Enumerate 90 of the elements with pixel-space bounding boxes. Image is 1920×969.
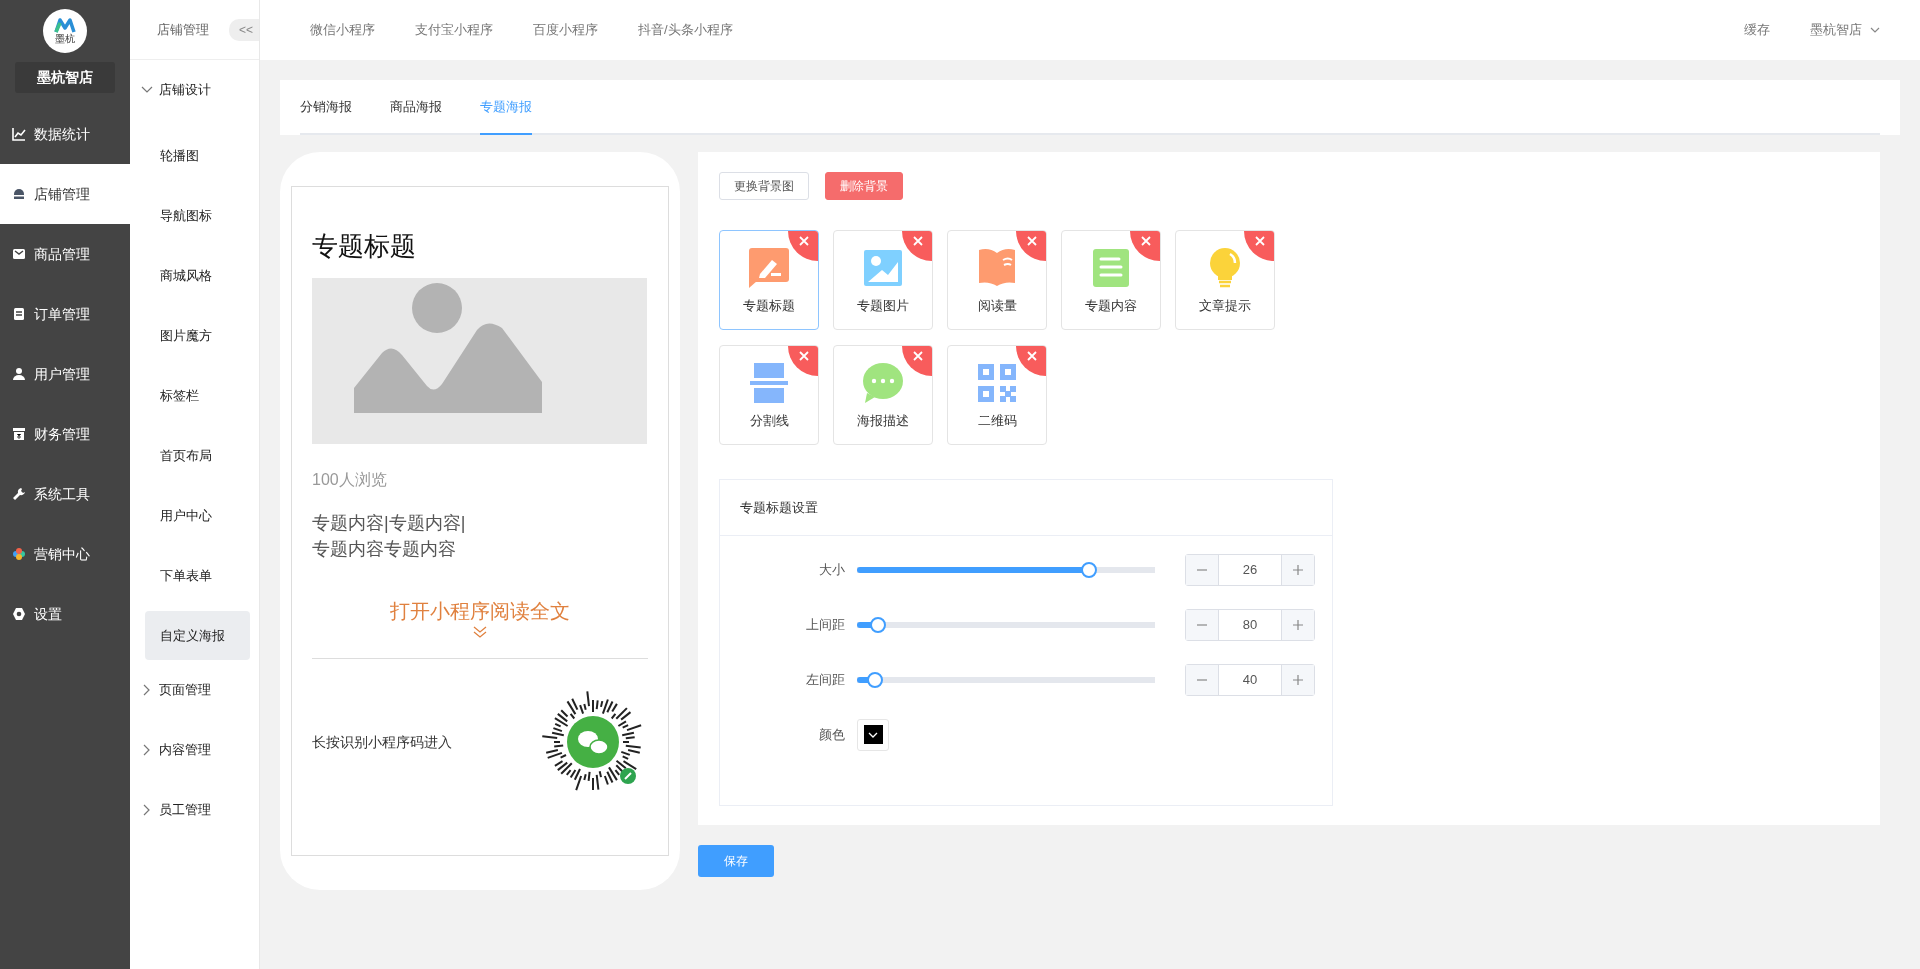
- tab[interactable]: 分销海报: [300, 80, 352, 135]
- field-label: 左间距: [805, 670, 846, 689]
- clover-icon: [12, 547, 26, 561]
- gear-icon: [12, 607, 26, 621]
- increment-button[interactable]: [1282, 664, 1314, 695]
- number-field[interactable]: 40: [1218, 664, 1282, 695]
- double-chevron-icon: [473, 626, 487, 638]
- number-field[interactable]: 80: [1218, 609, 1282, 640]
- clipboard-icon: [12, 307, 26, 321]
- settings-title: 专题标题设置: [720, 480, 1332, 536]
- logo: 墨杭: [43, 9, 87, 53]
- component-tile[interactable]: 海报描述: [833, 345, 933, 445]
- mail-icon: [12, 247, 26, 261]
- sidebar-item[interactable]: 数据统计: [0, 104, 130, 164]
- poster-content: 专题内容|专题内容| 专题内容专题内容: [312, 512, 467, 561]
- poster-title: 专题标题: [312, 230, 417, 263]
- remove-icon: [902, 346, 932, 376]
- menu-group[interactable]: 员工管理: [130, 780, 259, 840]
- menu-item[interactable]: 首页布局: [145, 431, 250, 480]
- menu-item[interactable]: 自定义海报: [145, 611, 250, 660]
- sidebar-item[interactable]: 设置: [0, 584, 130, 644]
- menu-group[interactable]: 页面管理: [130, 660, 259, 720]
- menu-item[interactable]: 标签栏: [145, 371, 250, 420]
- platform-link[interactable]: 抖音/头条小程序: [618, 20, 753, 40]
- sidebar-item[interactable]: 营销中心: [0, 524, 130, 584]
- component-tile[interactable]: 二维码: [947, 345, 1047, 445]
- platform-link[interactable]: 支付宝小程序: [395, 20, 513, 40]
- field-label: 上间距: [805, 615, 846, 634]
- remove-icon: [1016, 231, 1046, 261]
- tab[interactable]: 商品海报: [390, 80, 442, 135]
- component-tile[interactable]: 专题标题: [719, 230, 819, 330]
- caret-icon: [1870, 25, 1880, 35]
- component-tile[interactable]: 专题图片: [833, 230, 933, 330]
- remove-icon: [788, 346, 818, 376]
- sidebar-item[interactable]: 订单管理: [0, 284, 130, 344]
- menu-item[interactable]: 导航图标: [145, 191, 250, 240]
- increment-button[interactable]: [1282, 554, 1314, 585]
- view-count: 100人浏览: [312, 470, 388, 490]
- change-background-button[interactable]: 更换背景图: [719, 172, 809, 200]
- plus-icon: [1292, 618, 1304, 631]
- user-menu[interactable]: 墨杭智店: [1790, 20, 1900, 40]
- menu-item[interactable]: 用户中心: [145, 491, 250, 540]
- menu-group[interactable]: 内容管理: [130, 720, 259, 780]
- sidebar-item[interactable]: 系统工具: [0, 464, 130, 524]
- plus-icon: [1292, 673, 1304, 686]
- field-label: 颜色: [818, 725, 846, 744]
- component-tile[interactable]: 阅读量: [947, 230, 1047, 330]
- menu-item[interactable]: 轮播图: [145, 131, 250, 180]
- slider-handle[interactable]: [869, 616, 886, 633]
- menu-item[interactable]: 商城风格: [145, 251, 250, 300]
- slider-handle[interactable]: [1081, 561, 1098, 578]
- remove-icon: [902, 231, 932, 261]
- platform-link[interactable]: 微信小程序: [290, 20, 395, 40]
- number-stepper[interactable]: 40: [1185, 663, 1315, 696]
- color-picker[interactable]: [857, 718, 889, 751]
- wrench-icon: [12, 487, 26, 501]
- field-label: 大小: [818, 560, 846, 579]
- sidebar-item[interactable]: 用户管理: [0, 344, 130, 404]
- plus-icon: [1292, 563, 1304, 576]
- number-stepper[interactable]: 26: [1185, 553, 1315, 586]
- menu-item[interactable]: 下单表单: [145, 551, 250, 600]
- subnav-title: 店铺管理: [157, 20, 209, 39]
- increment-button[interactable]: [1282, 609, 1314, 640]
- image-placeholder-icon: [312, 278, 647, 444]
- number-field[interactable]: 26: [1218, 554, 1282, 585]
- menu-group[interactable]: 店铺设计: [130, 60, 259, 120]
- user-icon: [12, 367, 26, 381]
- remove-icon: [1244, 231, 1274, 261]
- component-tile[interactable]: 文章提示: [1175, 230, 1275, 330]
- cash-box-icon: [12, 427, 26, 441]
- chevron-down-icon: [868, 730, 878, 739]
- menu-item[interactable]: 图片魔方: [145, 311, 250, 360]
- remove-icon: [788, 231, 818, 261]
- sidebar-item[interactable]: 店铺管理: [0, 164, 130, 224]
- read-more-text: 打开小程序阅读全文: [389, 599, 571, 624]
- remove-icon: [1130, 231, 1160, 261]
- chart-icon: [12, 127, 26, 141]
- cache-link[interactable]: 缓存: [1724, 20, 1790, 40]
- sidebar-item[interactable]: 商品管理: [0, 224, 130, 284]
- logo-mark-icon: [54, 18, 76, 34]
- store-icon: [12, 187, 26, 201]
- qr-hint: 长按识别小程序码进入: [312, 732, 452, 752]
- number-stepper[interactable]: 80: [1185, 608, 1315, 641]
- slider-handle[interactable]: [866, 671, 883, 688]
- store-name: 墨杭智店: [15, 62, 115, 93]
- component-tile[interactable]: 专题内容: [1061, 230, 1161, 330]
- platform-link[interactable]: 百度小程序: [513, 20, 618, 40]
- sidebar-item[interactable]: 财务管理: [0, 404, 130, 464]
- component-tile[interactable]: 分割线: [719, 345, 819, 445]
- remove-icon: [1016, 346, 1046, 376]
